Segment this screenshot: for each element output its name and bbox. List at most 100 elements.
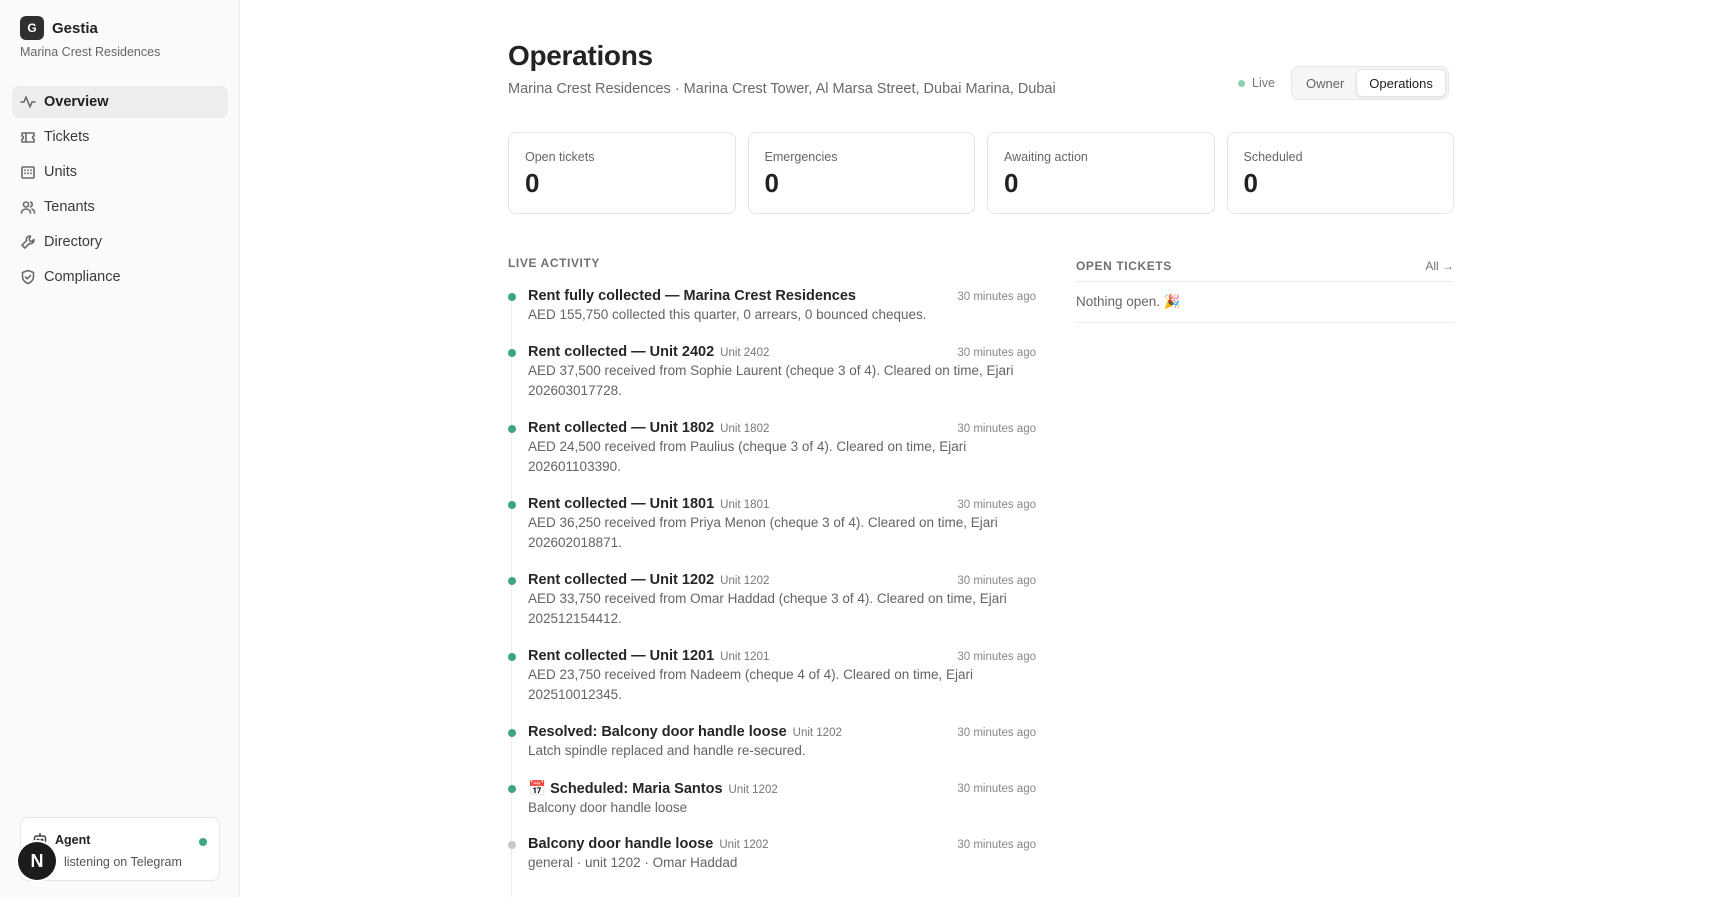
stat-label: Emergencies (764, 150, 838, 164)
activity-item[interactable]: Resolved: Balcony door handle loose Unit … (508, 724, 1036, 780)
brand[interactable]: G Gestia (20, 16, 98, 40)
sidebar-item-tenants[interactable]: Tenants (12, 191, 228, 223)
sidebar-item-tickets[interactable]: Tickets (12, 121, 228, 153)
status-dot (508, 653, 516, 661)
sidebar-item-directory[interactable]: Directory (12, 226, 228, 258)
unit-tag: Unit 1202 (719, 839, 769, 851)
stat-label: Scheduled (1243, 150, 1303, 164)
view-toggle: Owner Operations (1291, 66, 1449, 100)
stat-value: 0 (1004, 168, 1019, 198)
activity-desc: Balcony door handle loose (528, 800, 688, 815)
ticket-icon (21, 132, 35, 143)
building-icon (21, 166, 35, 179)
sidebar-item-label: Tickets (44, 129, 90, 145)
open-tickets-panel: OPEN TICKETS All → Nothing open. 🎉 (1076, 256, 1454, 323)
activity-time: 30 minutes ago (957, 423, 1036, 435)
status-dot (508, 293, 516, 301)
stat-value: 0 (764, 168, 779, 198)
all-tickets-link[interactable]: All → (1425, 259, 1454, 273)
activity-desc: AED 36,250 received from Priya Menon (ch… (528, 515, 998, 550)
activity-time: 30 minutes ago (957, 651, 1036, 663)
stat-scheduled[interactable]: Scheduled 0 (1226, 132, 1454, 214)
unit-tag: Unit 1802 (720, 423, 770, 435)
agent-title: Agent (55, 833, 91, 847)
activity-desc: AED 37,500 received from Sophie Laurent … (528, 363, 1014, 398)
view-toggle-operations[interactable]: Operations (1356, 69, 1446, 97)
agent-status-dot (199, 838, 207, 846)
stat-emergencies[interactable]: Emergencies 0 (747, 132, 975, 214)
stat-open-tickets[interactable]: Open tickets 0 (508, 132, 736, 214)
activity-item[interactable]: Rent collected — Unit 1801 Unit 1801 30 m… (508, 496, 1036, 572)
activity-time: 30 minutes ago (957, 291, 1036, 303)
sidebar-item-label: Overview (44, 94, 109, 110)
activity-desc: AED 33,750 received from Omar Haddad (ch… (528, 591, 1007, 626)
sidebar-item-label: Units (44, 164, 78, 180)
sidebar-nav: Overview Tickets Units Tenants Directory… (12, 86, 228, 296)
status-dot (508, 841, 516, 849)
activity-desc: AED 24,500 received from Paulius (cheque… (528, 439, 967, 474)
stat-label: Open tickets (525, 150, 595, 164)
activity-desc: Latch spindle replaced and handle re-sec… (528, 743, 806, 758)
shield-icon (21, 269, 35, 285)
activity-item[interactable]: Rent collected — Unit 1201 Unit 1201 30 m… (508, 648, 1036, 724)
activity-desc: general · unit 1202 · Omar Haddad (528, 855, 738, 870)
activity-item[interactable]: Balcony door handle loose Unit 1202 30 mi… (508, 836, 1036, 892)
activity-icon (20, 96, 36, 108)
page-subtitle: Marina Crest Residences · Marina Crest T… (508, 81, 1056, 97)
open-tickets-heading: OPEN TICKETS (1076, 258, 1172, 273)
open-tickets-header: OPEN TICKETS All → (1076, 256, 1454, 282)
activity-item[interactable]: Rent fully collected — Marina Crest Resi… (508, 288, 1036, 344)
unit-tag: Unit 1201 (720, 651, 770, 663)
brand-logo: G (20, 16, 44, 40)
live-indicator: Live (1238, 76, 1275, 90)
sidebar-item-units[interactable]: Units (12, 156, 228, 188)
activity-time: 30 minutes ago (957, 783, 1036, 795)
activity-item[interactable]: 📅 Scheduled: Maria Santos Unit 1202 30 mi… (508, 780, 1036, 836)
unit-tag: Unit 1202 (720, 575, 770, 587)
stat-awaiting-action[interactable]: Awaiting action 0 (987, 132, 1215, 214)
stats-row: Open tickets 0 Emergencies 0 Awaiting ac… (508, 132, 1454, 214)
activity-time: 30 minutes ago (957, 347, 1036, 359)
sidebar-item-overview[interactable]: Overview (12, 86, 228, 118)
sidebar-item-compliance[interactable]: Compliance (12, 261, 228, 293)
status-dot (508, 785, 516, 793)
wrench-icon (21, 235, 35, 249)
sidebar-item-label: Directory (44, 234, 103, 250)
activity-feed: Rent fully collected — Marina Crest Resi… (508, 288, 1036, 892)
activity-time: 30 minutes ago (957, 727, 1036, 739)
live-dot (1238, 79, 1245, 87)
activity-item[interactable]: Rent collected — Unit 2402 Unit 2402 30 m… (508, 344, 1036, 420)
activity-desc: AED 155,750 collected this quarter, 0 ar… (528, 307, 927, 322)
stat-value: 0 (1243, 168, 1258, 198)
property-name: Marina Crest Residences (20, 45, 161, 59)
sidebar-item-label: Compliance (44, 269, 121, 285)
brand-name: Gestia (52, 19, 98, 37)
live-activity-heading: LIVE ACTIVITY (508, 256, 601, 270)
activity-time: 30 minutes ago (957, 575, 1036, 587)
users-icon (20, 201, 36, 214)
agent-status: listening on Telegram (64, 855, 182, 869)
open-tickets-empty: Nothing open. 🎉 (1076, 282, 1454, 323)
live-label: Live (1252, 76, 1275, 90)
unit-tag: Unit 2402 (720, 347, 770, 359)
activity-item[interactable]: Rent collected — Unit 1802 Unit 1802 30 m… (508, 420, 1036, 496)
activity-time: 30 minutes ago (957, 839, 1036, 851)
status-dot (508, 349, 516, 357)
status-dot (508, 501, 516, 509)
stat-label: Awaiting action (1004, 150, 1088, 164)
unit-tag: Unit 1801 (720, 499, 770, 511)
sidebar-item-label: Tenants (44, 199, 95, 215)
status-dot (508, 577, 516, 585)
stat-value: 0 (525, 168, 540, 198)
status-dot (508, 729, 516, 737)
user-avatar[interactable]: N (18, 842, 56, 880)
unit-tag: Unit 1202 (792, 727, 842, 739)
activity-time: 30 minutes ago (957, 499, 1036, 511)
status-dot (508, 425, 516, 433)
view-toggle-owner[interactable]: Owner (1294, 69, 1356, 97)
activity-desc: AED 23,750 received from Nadeem (cheque … (528, 667, 973, 702)
unit-tag: Unit 1202 (728, 784, 778, 796)
page-title: Operations (508, 40, 653, 71)
activity-item[interactable]: Rent collected — Unit 1202 Unit 1202 30 m… (508, 572, 1036, 648)
sidebar: G Gestia Marina Crest Residences Overvie… (0, 0, 240, 897)
